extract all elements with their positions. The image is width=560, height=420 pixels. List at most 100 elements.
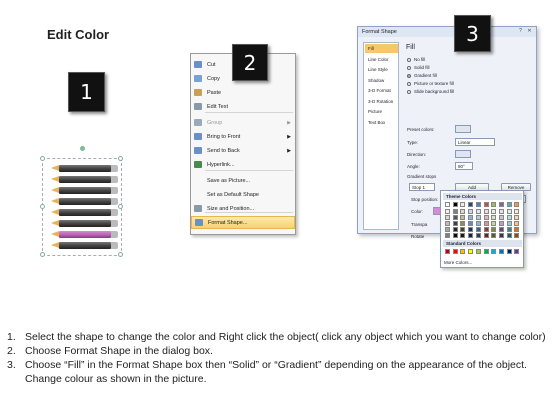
color-swatch[interactable] xyxy=(483,215,489,220)
color-swatch[interactable] xyxy=(491,215,497,220)
radio-button[interactable] xyxy=(407,65,411,70)
resize-handle[interactable] xyxy=(40,204,45,209)
menu-item-set-as-default-shape[interactable]: Set as Default Shape xyxy=(191,188,295,201)
type-select[interactable]: Linear xyxy=(455,138,495,146)
color-swatch[interactable] xyxy=(460,202,466,207)
color-swatch[interactable] xyxy=(445,209,450,214)
color-swatch[interactable] xyxy=(514,215,520,220)
menu-item-group[interactable]: Group ▶ xyxy=(191,116,295,129)
menu-item-bring-to-front[interactable]: Bring to Front ▶ xyxy=(191,130,295,143)
pencil-shape[interactable] xyxy=(51,187,119,194)
angle-input[interactable]: 90° xyxy=(455,162,473,170)
resize-handle[interactable] xyxy=(118,252,123,257)
color-swatch[interactable] xyxy=(483,209,489,214)
color-swatch[interactable] xyxy=(491,227,497,232)
radio-button[interactable] xyxy=(407,73,411,78)
category-picture[interactable]: Picture xyxy=(365,107,398,116)
color-swatch[interactable] xyxy=(445,233,450,238)
color-swatch[interactable] xyxy=(445,202,450,207)
pencil-shape[interactable] xyxy=(51,165,119,172)
color-swatch[interactable] xyxy=(514,227,520,232)
color-swatch[interactable] xyxy=(483,249,489,254)
stop-select[interactable]: Stop 1 xyxy=(409,183,435,191)
radio-button[interactable] xyxy=(407,81,411,86)
pencil-shape[interactable] xyxy=(51,231,119,238)
color-swatch[interactable] xyxy=(483,221,489,226)
color-swatch[interactable] xyxy=(460,215,466,220)
color-swatch[interactable] xyxy=(468,209,474,214)
preset-colors-dropdown[interactable] xyxy=(455,125,471,133)
color-swatch[interactable] xyxy=(498,227,504,232)
color-swatch[interactable] xyxy=(498,209,504,214)
color-swatch[interactable] xyxy=(506,215,512,220)
pencil-shape[interactable] xyxy=(51,176,119,183)
color-swatch[interactable] xyxy=(468,215,474,220)
direction-dropdown[interactable] xyxy=(455,150,471,158)
menu-item-format-shape[interactable]: Format Shape... xyxy=(191,216,295,229)
color-swatch[interactable] xyxy=(452,215,458,220)
color-swatch[interactable] xyxy=(498,249,504,254)
color-swatch[interactable] xyxy=(460,221,466,226)
color-swatch[interactable] xyxy=(483,233,489,238)
color-swatch[interactable] xyxy=(452,221,458,226)
color-swatch[interactable] xyxy=(475,233,481,238)
resize-handle[interactable] xyxy=(40,252,45,257)
color-swatch[interactable] xyxy=(452,209,458,214)
color-swatch[interactable] xyxy=(475,215,481,220)
color-swatch[interactable] xyxy=(468,221,474,226)
category-line-color[interactable]: Line Color xyxy=(365,55,398,64)
pencil-group-selection[interactable] xyxy=(40,146,123,257)
menu-item-paste[interactable]: Paste xyxy=(191,86,295,99)
color-swatch[interactable] xyxy=(452,249,458,254)
fill-option-picture-or-texture-fill[interactable]: Picture or texture fill xyxy=(407,81,454,86)
menu-item-send-to-back[interactable]: Send to Back ▶ xyxy=(191,144,295,157)
color-swatch[interactable] xyxy=(445,221,450,226)
pencil-shape[interactable] xyxy=(51,209,119,216)
category-line-style[interactable]: Line Style xyxy=(365,65,398,74)
color-swatch[interactable] xyxy=(514,221,520,226)
color-swatch[interactable] xyxy=(475,249,481,254)
color-swatch[interactable] xyxy=(468,233,474,238)
color-swatch[interactable] xyxy=(498,221,504,226)
color-swatch[interactable] xyxy=(506,233,512,238)
color-swatch[interactable] xyxy=(475,221,481,226)
color-swatch[interactable] xyxy=(514,209,520,214)
color-swatch[interactable] xyxy=(491,249,497,254)
fill-option-solid-fill[interactable]: Solid fill xyxy=(407,65,430,70)
rotate-handle[interactable] xyxy=(80,146,85,151)
color-swatch[interactable] xyxy=(452,227,458,232)
color-swatch[interactable] xyxy=(475,209,481,214)
color-swatch[interactable] xyxy=(445,215,450,220)
more-colors-link[interactable]: More Colors... xyxy=(444,260,472,265)
color-swatch[interactable] xyxy=(460,249,466,254)
color-swatch[interactable] xyxy=(491,221,497,226)
color-swatch[interactable] xyxy=(483,202,489,207)
pencil-shape[interactable] xyxy=(51,220,119,227)
resize-handle[interactable] xyxy=(40,156,45,161)
color-swatch[interactable] xyxy=(498,202,504,207)
color-swatch[interactable] xyxy=(498,233,504,238)
color-swatch[interactable] xyxy=(514,233,520,238)
color-swatch[interactable] xyxy=(491,233,497,238)
pencil-shape[interactable] xyxy=(51,242,119,249)
category-shadow[interactable]: Shadow xyxy=(365,76,398,85)
color-swatch[interactable] xyxy=(445,227,450,232)
help-icon[interactable]: ? xyxy=(517,28,524,35)
radio-button[interactable] xyxy=(407,89,411,94)
color-swatch[interactable] xyxy=(506,227,512,232)
close-icon[interactable]: ✕ xyxy=(525,28,534,35)
color-swatch[interactable] xyxy=(506,249,512,254)
color-swatch[interactable] xyxy=(468,227,474,232)
color-swatch[interactable] xyxy=(491,202,497,207)
fill-option-gradient-fill[interactable]: Gradient fill xyxy=(407,73,437,78)
color-swatch[interactable] xyxy=(506,221,512,226)
menu-item-save-as-picture[interactable]: Save as Picture... xyxy=(191,174,295,187)
color-swatch[interactable] xyxy=(506,209,512,214)
menu-item-size-and-position[interactable]: Size and Position... xyxy=(191,202,295,215)
category-text-box[interactable]: Text Box xyxy=(365,118,398,127)
color-swatch[interactable] xyxy=(460,227,466,232)
color-swatch[interactable] xyxy=(483,227,489,232)
fill-option-slide-background-fill[interactable]: Slide background fill xyxy=(407,89,454,94)
radio-button[interactable] xyxy=(407,57,411,62)
category-fill[interactable]: Fill xyxy=(365,44,398,53)
